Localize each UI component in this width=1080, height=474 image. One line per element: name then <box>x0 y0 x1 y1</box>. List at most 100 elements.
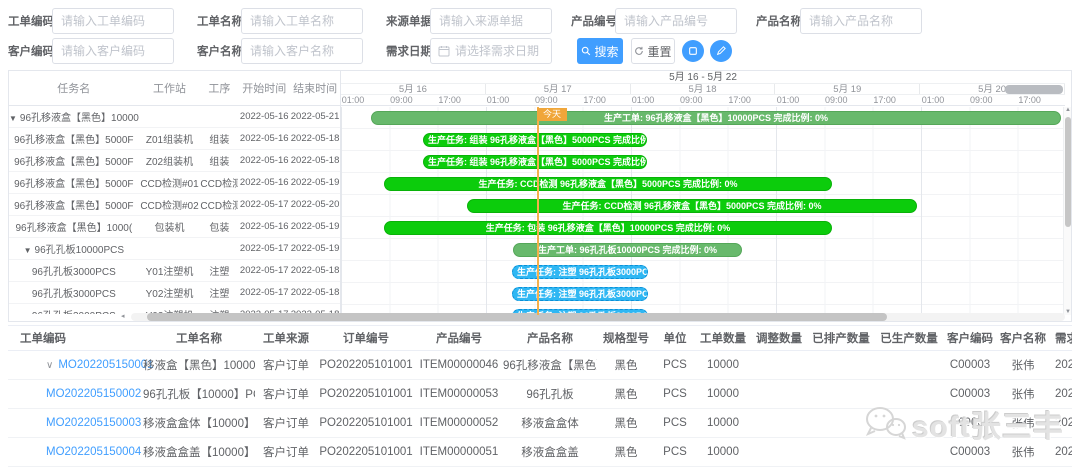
timeline-hour-label: 09:00 <box>387 95 415 106</box>
gantt-bar[interactable]: 生产任务: 注塑 96孔孔板3000PCS 完成比例: 0% <box>512 265 648 279</box>
scroll-down-arrow-icon[interactable]: ▼ <box>1064 309 1072 315</box>
table-cell: 黑色 <box>597 386 655 402</box>
collapse-caret-icon[interactable]: ▼ <box>24 246 32 255</box>
text-input[interactable] <box>430 8 552 34</box>
gantt-task-row[interactable]: 96孔移液盒【黑色】5000FZ01组装机组装2022-05-162022-05… <box>9 128 340 150</box>
task-name-cell: 96孔移液盒【黑色】5000F <box>9 197 139 212</box>
gantt-task-row[interactable]: 96孔移液盒【黑色】5000FCCD检测#01CCD检测2022-05-1620… <box>9 172 340 194</box>
gantt-bar-row: 生产任务: 注塑 96孔孔板3000PCS 完成比例: 0% <box>341 283 1065 305</box>
gantt-task-row[interactable]: 96孔移液盒【黑色】5000FCCD检测#02CCD检测2022-05-1720… <box>9 194 340 216</box>
task-name: 96孔移液盒【黑色】10000P( <box>20 113 139 124</box>
start-time-cell: 2022-05-17 <box>238 243 290 254</box>
table-cell: ITEM00000051 <box>415 446 503 458</box>
horizontal-scrollbar-thumb[interactable] <box>147 313 887 321</box>
process-cell: 组装 <box>200 131 238 146</box>
start-time-cell: 2022-05-17 <box>238 199 290 210</box>
table-cell: 2022 <box>1049 417 1072 429</box>
table-header-cell: 产品名称 <box>503 330 597 346</box>
work-order-link[interactable]: MO202205150004 <box>46 446 141 458</box>
table-row[interactable]: ∨MO202205150001移液盒【黑色】10000个客户订单PO202205… <box>8 351 1072 380</box>
timeline-hour-label: 17:00 <box>1016 95 1044 106</box>
timeline-day-label: 5月 19 <box>775 84 920 94</box>
table-cell: 2022 <box>1049 359 1072 371</box>
gantt-bar[interactable]: 生产任务: 组装 96孔移液盒【黑色】5000PCS 完成比例: 0% <box>423 133 647 147</box>
end-time-cell: 2022-05-18 <box>290 265 340 276</box>
gantt-task-row[interactable]: ▼96孔孔板10000PCS2022-05-172022-05-19 <box>9 238 340 260</box>
gantt-bar-row: 生产任务: 注塑 96孔孔板3000PCS 完成比例: 0% <box>341 261 1065 283</box>
table-cell: 客户订单 <box>255 415 317 431</box>
task-name: 96孔孔板3000PCS <box>32 311 116 314</box>
table-cell: PCS <box>655 359 695 371</box>
gantt-bar[interactable]: 生产工单: 96孔移液盒【黑色】10000PCS 完成比例: 0% <box>371 111 1061 125</box>
today-marker-line <box>537 107 539 315</box>
text-input[interactable] <box>800 8 922 34</box>
filter-field-label: 客户名称 <box>197 43 241 59</box>
end-time-cell: 2022-05-19 <box>290 177 340 188</box>
work-order-link[interactable]: MO202205150001 <box>58 359 153 371</box>
scroll-up-arrow-icon[interactable]: ▲ <box>1064 107 1072 113</box>
table-cell: MO202205150002 <box>8 388 143 400</box>
gantt-task-row[interactable]: 96孔移液盒【黑色】5000FZ02组装机组装2022-05-162022-05… <box>9 150 340 172</box>
text-input[interactable] <box>615 8 737 34</box>
collapse-caret-icon[interactable]: ▼ <box>9 114 17 123</box>
work-order-link[interactable]: MO202205150002 <box>46 388 141 400</box>
table-row[interactable]: MO20220515000296孔孔板【10000】PCS客户订单PO20220… <box>8 380 1072 409</box>
table-cell: C00003 <box>943 359 997 371</box>
text-input[interactable] <box>52 38 174 64</box>
gantt-bar[interactable]: 生产任务: 包装 96孔移液盒【黑色】10000PCS 完成比例: 0% <box>384 221 832 235</box>
table-header-cell: 需求日期 <box>1049 330 1072 346</box>
timeline-hour-label: 17:00 <box>581 95 609 106</box>
timeline-day-label: 5月 18 <box>631 84 776 94</box>
gantt-bar-row: 生产工单: 96孔移液盒【黑色】10000PCS 完成比例: 0% <box>341 107 1065 129</box>
timeline-hour-label: 17:00 <box>726 95 754 106</box>
table-cell: 2022 <box>1049 446 1072 458</box>
text-input[interactable] <box>241 38 363 64</box>
end-time-cell: 2022-05-21 <box>290 111 340 122</box>
gantt-bar[interactable]: 生产任务: 组装 96孔移液盒【黑色】5000PCS 完成比例: 0% <box>423 155 647 169</box>
text-input[interactable] <box>241 8 363 34</box>
expand-caret-icon[interactable]: ∨ <box>46 360 53 371</box>
table-cell: 黑色 <box>597 444 655 460</box>
table-row[interactable]: MO202205150004移液盒盒盖【10000】PCS客户订单PO20220… <box>8 438 1072 467</box>
table-cell: PCS <box>655 417 695 429</box>
gantt-vertical-scrollbar[interactable]: ▲ ▼ <box>1063 107 1071 315</box>
edit-circle-button[interactable] <box>710 40 732 62</box>
search-button[interactable]: 搜索 <box>577 38 623 64</box>
table-cell: 移液盒盒体 <box>503 415 597 431</box>
timeline-hour-label: 09:00 <box>677 95 705 106</box>
timeline-range-scrollbar-thumb[interactable] <box>1005 85 1063 94</box>
table-cell: 移液盒【黑色】10000个 <box>143 357 255 373</box>
expand-toggle-button[interactable] <box>682 40 704 62</box>
task-name-cell: 96孔孔板3000PCS <box>9 263 139 278</box>
table-cell: PO202205101001 <box>317 359 415 371</box>
filter-field: 需求日期 <box>386 38 552 64</box>
end-time-cell: 2022-05-20 <box>290 199 340 210</box>
gantt-task-row[interactable]: 96孔移液盒【黑色】1000(包装机包装2022-05-162022-05-19 <box>9 216 340 238</box>
gantt-bar[interactable]: 生产任务: CCD检测 96孔移液盒【黑色】5000PCS 完成比例: 0% <box>467 199 917 213</box>
gantt-task-row[interactable]: 96孔孔板3000PCSY01注塑机注塑2022-05-172022-05-18 <box>9 260 340 282</box>
gantt-bar[interactable]: 生产任务: CCD检测 96孔移液盒【黑色】5000PCS 完成比例: 0% <box>384 177 832 191</box>
scroll-left-arrow-icon[interactable]: ◂ <box>121 313 125 321</box>
gantt-horizontal-scrollbar[interactable] <box>131 313 1065 321</box>
reset-button[interactable]: 重置 <box>631 38 675 64</box>
timeline-hours-row: 01:0009:0017:0001:0009:0017:0001:0009:00… <box>341 95 1065 106</box>
workstation-cell: 包装机 <box>139 219 201 234</box>
vertical-scrollbar-thumb[interactable] <box>1065 117 1071 227</box>
gantt-task-row[interactable]: 96孔孔板3000PCSY02注塑机注塑2022-05-172022-05-18 <box>9 282 340 304</box>
task-name-cell: ▼96孔移液盒【黑色】10000P( <box>9 109 139 124</box>
start-time-cell: 2022-05-16 <box>238 111 290 122</box>
table-cell: C00003 <box>943 446 997 458</box>
work-order-link[interactable]: MO202205150003 <box>46 417 141 429</box>
gantt-task-list-header: 任务名工作站工序开始时间结束时间 <box>9 71 340 106</box>
table-header-cell: 工单编码 <box>8 330 143 346</box>
gantt-task-row[interactable]: ▼96孔移液盒【黑色】10000P( 2022-05-162022-05-21 <box>9 106 340 128</box>
gantt-bar[interactable]: 生产工单: 96孔孔板10000PCS 完成比例: 0% <box>513 243 742 257</box>
table-row[interactable]: MO202205150003移液盒盒体【10000】PCS客户订单PO20220… <box>8 409 1072 438</box>
text-input[interactable] <box>52 8 174 34</box>
process-cell: 组装 <box>200 153 238 168</box>
table-cell: PCS <box>655 388 695 400</box>
gantt-bar[interactable]: 生产任务: 注塑 96孔孔板3000PCS 完成比例: 0% <box>512 287 648 301</box>
timeline-day-label: 5月 16 <box>341 84 486 94</box>
refresh-icon <box>634 46 644 56</box>
task-name-cell: ▼96孔孔板10000PCS <box>9 241 139 256</box>
